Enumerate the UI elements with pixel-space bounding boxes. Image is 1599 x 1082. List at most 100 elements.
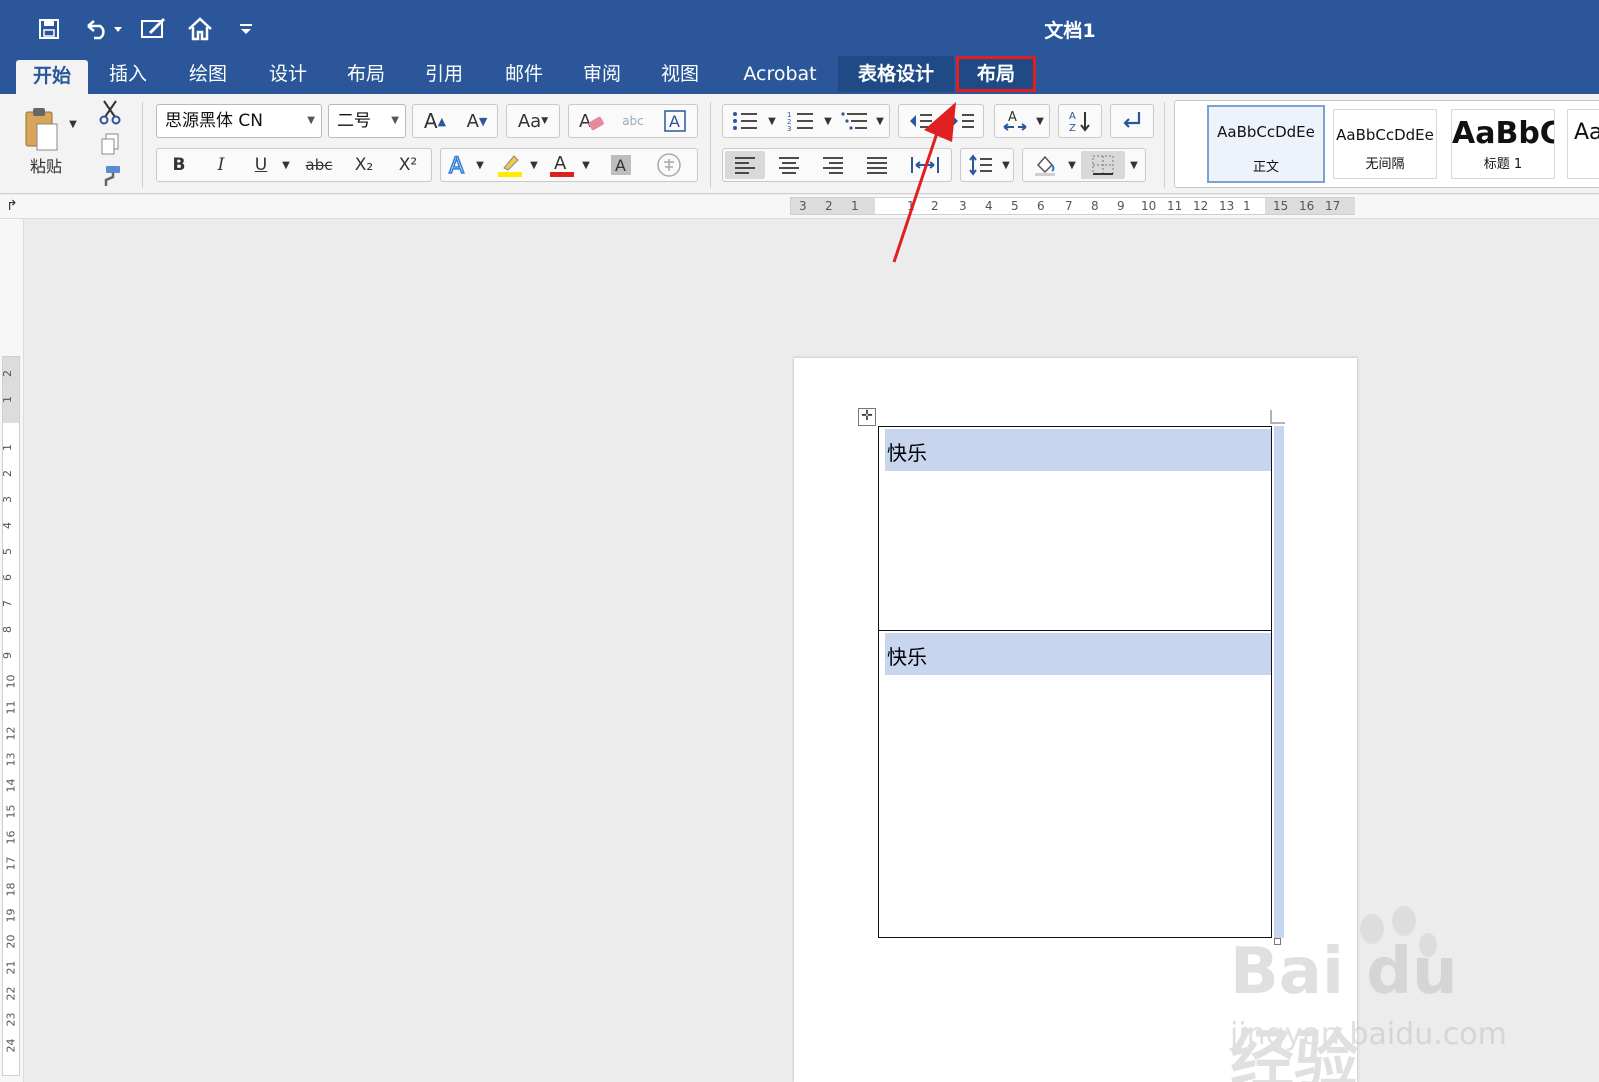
text-effects-icon[interactable]: A <box>443 151 473 179</box>
clear-formatting-icon[interactable]: A <box>571 107 611 135</box>
table-row[interactable]: 快乐 <box>879 427 1271 631</box>
align-center-icon[interactable] <box>769 151 809 179</box>
enclose-characters-icon[interactable] <box>647 151 691 179</box>
ruler-number: 18 <box>4 882 18 897</box>
style-heading-1[interactable]: AaBbC 标题 1 <box>1451 109 1555 179</box>
cut-icon[interactable] <box>96 98 124 126</box>
font-color-icon[interactable]: A <box>545 151 579 179</box>
undo-icon[interactable] <box>80 14 124 44</box>
underline-dropdown-icon[interactable]: ▼ <box>279 151 293 179</box>
sort-icon[interactable]: AZ <box>1061 107 1099 135</box>
ruler-track[interactable]: 3 2 1 1 2 3 4 5 6 7 8 9 10 11 12 13 1 15… <box>790 197 1355 215</box>
multilevel-list-icon[interactable] <box>837 107 873 135</box>
superscript-button[interactable]: X² <box>387 151 429 179</box>
paste-label[interactable]: 粘贴 <box>26 154 66 176</box>
home-icon[interactable] <box>184 14 216 44</box>
ruler-margin-top <box>3 357 19 423</box>
tab-acrobat[interactable]: Acrobat <box>730 56 830 92</box>
ruler-number: 8 <box>1 626 14 633</box>
tab-stop-icon[interactable]: ↱ <box>4 197 20 215</box>
asian-layout-dropdown-icon[interactable]: ▼ <box>1033 107 1047 135</box>
bullets-dropdown-icon[interactable]: ▼ <box>765 107 779 135</box>
paste-icon[interactable] <box>18 104 64 154</box>
table-cell-text[interactable]: 快乐 <box>887 641 927 670</box>
character-shading-icon[interactable]: A <box>601 151 641 179</box>
separator <box>142 102 143 188</box>
format-painter-icon[interactable] <box>96 162 124 190</box>
tab-layout[interactable]: 布局 <box>334 56 398 92</box>
table[interactable]: 快乐 快乐 <box>878 426 1272 938</box>
tab-view[interactable]: 视图 <box>648 56 712 92</box>
paragraph-marks-icon[interactable] <box>1113 107 1151 135</box>
table-move-handle-icon[interactable]: ✛ <box>858 408 876 426</box>
ruler-number: 17 <box>4 856 18 871</box>
edit-icon[interactable] <box>138 14 170 44</box>
font-size-combo[interactable]: 二号 ▼ <box>328 104 406 138</box>
borders-icon[interactable] <box>1081 151 1125 179</box>
tab-references[interactable]: 引用 <box>412 56 476 92</box>
ruler-number: 2 <box>1 370 14 377</box>
font-name-combo[interactable]: 思源黑体 CN ▼ <box>156 104 322 138</box>
asian-layout-icon[interactable]: A <box>997 107 1033 135</box>
tab-table-design[interactable]: 表格设计 <box>838 56 954 92</box>
table-cell-text[interactable]: 快乐 <box>887 437 927 466</box>
ruler-number: 21 <box>4 960 18 975</box>
style-heading-2[interactable]: Aa <box>1567 109 1599 179</box>
svg-text:A: A <box>615 156 626 175</box>
change-case-icon[interactable]: Aa ▼ <box>509 107 557 135</box>
line-spacing-dropdown-icon[interactable]: ▼ <box>999 151 1013 179</box>
italic-button[interactable]: I <box>201 151 241 179</box>
svg-text:A: A <box>554 153 567 174</box>
tab-table-layout[interactable]: 布局 <box>956 56 1036 92</box>
phonetic-guide-icon[interactable]: abc <box>613 107 653 135</box>
chevron-down-icon: ▼ <box>391 115 399 126</box>
table-row[interactable]: 快乐 <box>879 631 1271 937</box>
ruler-number: 16 <box>1299 199 1315 213</box>
font-color-dropdown-icon[interactable]: ▼ <box>579 151 593 179</box>
character-border-icon[interactable]: A <box>655 107 695 135</box>
highlight-icon[interactable] <box>493 151 527 179</box>
text-effects-dropdown-icon[interactable]: ▼ <box>473 151 487 179</box>
underline-button[interactable]: U <box>243 151 279 179</box>
style-no-spacing[interactable]: AaBbCcDdEe 无间隔 <box>1333 109 1437 179</box>
ruler-number: 22 <box>4 986 18 1001</box>
style-normal[interactable]: AaBbCcDdEe 正文 <box>1207 105 1325 183</box>
bold-button[interactable]: B <box>159 151 199 179</box>
paste-dropdown-icon[interactable]: ▼ <box>66 116 80 132</box>
highlight-dropdown-icon[interactable]: ▼ <box>527 151 541 179</box>
strikethrough-button[interactable]: abc <box>297 151 341 179</box>
horizontal-ruler[interactable]: ↱ 3 2 1 1 2 3 4 5 6 7 8 9 10 11 12 13 1 … <box>0 195 1599 219</box>
copy-icon[interactable] <box>96 130 124 158</box>
grow-font-icon[interactable]: A ▲ <box>415 107 455 135</box>
shrink-font-icon[interactable]: A ▼ <box>457 107 497 135</box>
tab-review[interactable]: 审阅 <box>570 56 634 92</box>
ruler-number: 9 <box>1 652 14 659</box>
bullets-icon[interactable] <box>725 107 765 135</box>
save-icon[interactable] <box>34 14 64 44</box>
ruler-number: 1 <box>851 199 859 213</box>
shading-icon[interactable] <box>1025 151 1065 179</box>
ruler-number: 15 <box>1273 199 1289 213</box>
tab-home[interactable]: 开始 <box>16 60 88 94</box>
tab-design[interactable]: 设计 <box>256 56 320 92</box>
font-size-value: 二号 <box>337 111 371 131</box>
ruler-number: 3 <box>1 496 14 503</box>
ruler-number: 19 <box>4 908 18 923</box>
subscript-button[interactable]: X₂ <box>343 151 385 179</box>
align-right-icon[interactable] <box>813 151 853 179</box>
numbering-icon[interactable]: 123 <box>781 107 821 135</box>
svg-text:A: A <box>579 111 592 132</box>
borders-dropdown-icon[interactable]: ▼ <box>1127 151 1141 179</box>
font-color-group: A ▼ ▼ A ▼ A <box>440 148 698 182</box>
tab-draw[interactable]: 绘图 <box>176 56 240 92</box>
align-left-icon[interactable] <box>725 151 765 179</box>
styles-gallery: AaBbCcDdEe 正文 AaBbCcDdEe 无间隔 AaBbC 标题 1 … <box>1174 100 1599 188</box>
ruler-number: 15 <box>4 804 18 819</box>
customize-icon[interactable] <box>236 14 256 44</box>
shading-dropdown-icon[interactable]: ▼ <box>1065 151 1079 179</box>
ruler-number: 24 <box>4 1038 18 1053</box>
numbering-dropdown-icon[interactable]: ▼ <box>821 107 835 135</box>
tab-mailings[interactable]: 邮件 <box>492 56 556 92</box>
vertical-ruler[interactable]: 2 1 1 2 3 4 5 6 7 8 9 10 11 12 13 14 15 … <box>0 219 24 1082</box>
tab-insert[interactable]: 插入 <box>96 56 160 92</box>
